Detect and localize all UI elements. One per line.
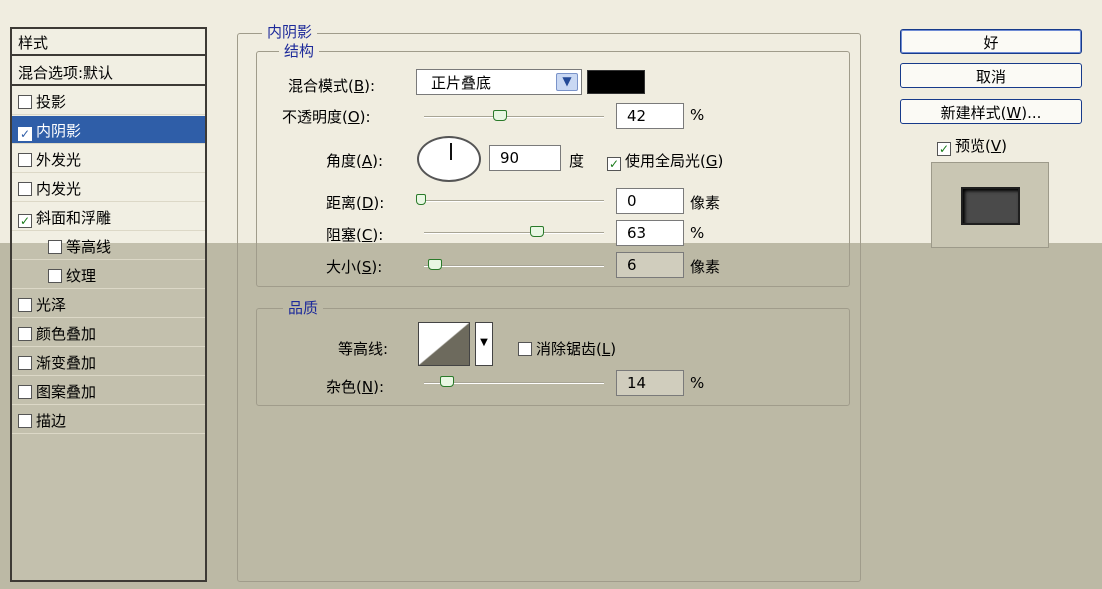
opacity-slider-thumb[interactable] [493, 110, 507, 121]
style-list-item-label: 混合选项:默认 [18, 64, 114, 82]
style-list-item[interactable]: 投影 [12, 87, 205, 115]
anti-alias-checkbox[interactable]: 消除锯齿(L) [518, 338, 616, 359]
size-slider-track[interactable] [424, 265, 604, 267]
preview-thumbnail [931, 162, 1049, 248]
blend-mode-label: 混合模式(B): [288, 77, 376, 95]
style-list-item-label: 内发光 [36, 180, 82, 198]
choke-label: 阻塞(C): [326, 226, 384, 244]
angle-unit: 度 [569, 152, 585, 170]
style-list-item-label: 等高线 [66, 238, 112, 256]
shadow-color-swatch[interactable] [587, 70, 645, 94]
style-list-item-label: 颜色叠加 [36, 325, 97, 343]
style-list-header: 样式 [12, 29, 205, 56]
checkbox-icon[interactable] [18, 414, 32, 428]
noise-unit: % [690, 374, 705, 392]
checkbox-icon[interactable] [18, 356, 32, 370]
noise-input[interactable]: 14 [616, 370, 684, 396]
style-list-item[interactable]: 图案叠加 [12, 377, 205, 405]
distance-slider-thumb[interactable] [416, 194, 426, 205]
opacity-slider-track[interactable] [424, 116, 604, 118]
cancel-button[interactable]: 取消 [900, 63, 1082, 88]
style-list-item[interactable]: 纹理 [12, 261, 205, 289]
style-list-item-label: 渐变叠加 [36, 354, 97, 372]
style-list-item[interactable]: ✓ 内阴影 [12, 116, 205, 144]
contour-picker[interactable] [418, 322, 470, 366]
style-list: 样式 混合选项:默认投影 ✓ 内阴影外发光内发光 ✓ 斜面和浮雕等高线纹理光泽颜色叠加渐… [10, 27, 207, 582]
structure-title: 结构 [279, 43, 320, 59]
opacity-input[interactable]: 42 [616, 103, 684, 129]
style-list-item[interactable]: 描边 [12, 406, 205, 434]
contour-dropdown-icon[interactable]: ▼ [475, 322, 493, 366]
distance-slider-track[interactable] [424, 200, 604, 202]
checkbox-icon[interactable] [18, 182, 32, 196]
style-list-item[interactable]: 外发光 [12, 145, 205, 173]
opacity-unit: % [690, 106, 705, 124]
preview-checkbox[interactable]: ✓ 预览(V) [937, 135, 1007, 156]
checkbox-icon[interactable]: ✓ [18, 127, 32, 141]
style-list-item-label: 图案叠加 [36, 383, 97, 401]
style-list-item-label: 内阴影 [36, 122, 82, 140]
inner-shadow-title: 内阴影 [262, 24, 318, 40]
angle-input[interactable]: 90 [489, 145, 561, 171]
style-list-item-label: 外发光 [36, 151, 82, 169]
style-list-item-label: 纹理 [66, 267, 97, 285]
checkbox-icon[interactable] [18, 327, 32, 341]
checkbox-icon[interactable] [48, 240, 62, 254]
choke-slider-track[interactable] [424, 232, 604, 234]
style-list-item[interactable]: 等高线 [12, 232, 205, 260]
choke-slider-thumb[interactable] [530, 226, 544, 237]
contour-label: 等高线: [338, 340, 389, 358]
style-list-item[interactable]: ✓ 斜面和浮雕 [12, 203, 205, 231]
choke-input[interactable]: 63 [616, 220, 684, 246]
ok-button[interactable]: 好 [900, 29, 1082, 54]
checkbox-icon[interactable] [18, 298, 32, 312]
size-unit: 像素 [690, 258, 721, 276]
choke-unit: % [690, 224, 705, 242]
chevron-down-icon[interactable]: ▼ [556, 73, 578, 91]
size-label: 大小(S): [326, 258, 383, 276]
style-list-item[interactable]: 光泽 [12, 290, 205, 318]
angle-label: 角度(A): [326, 152, 384, 170]
style-list-item-label: 斜面和浮雕 [36, 209, 112, 227]
style-list-item-label: 描边 [36, 412, 67, 430]
angle-dial-needle [450, 143, 452, 160]
style-list-item[interactable]: 混合选项:默认 [12, 58, 205, 86]
checkbox-icon[interactable]: ✓ [937, 142, 951, 156]
new-style-button[interactable]: 新建样式(W)... [900, 99, 1082, 124]
checkbox-icon[interactable]: ✓ [18, 214, 32, 228]
checkbox-icon[interactable] [18, 385, 32, 399]
style-list-item-label: 投影 [36, 93, 67, 111]
blend-mode-value: 正片叠底 [431, 74, 492, 92]
angle-dial[interactable] [417, 136, 481, 182]
noise-label: 杂色(N): [326, 378, 384, 396]
checkbox-icon[interactable]: ✓ [607, 157, 621, 171]
size-input[interactable]: 6 [616, 252, 684, 278]
opacity-label: 不透明度(O): [282, 108, 371, 126]
preview-square [961, 187, 1020, 225]
quality-title: 品质 [283, 300, 324, 316]
checkbox-icon[interactable] [48, 269, 62, 283]
distance-unit: 像素 [690, 194, 721, 212]
style-list-item[interactable]: 颜色叠加 [12, 319, 205, 347]
checkbox-icon[interactable] [518, 342, 532, 356]
checkbox-icon[interactable] [18, 153, 32, 167]
size-slider-thumb[interactable] [428, 259, 442, 270]
blend-mode-select[interactable]: 正片叠底 ▼ [416, 69, 582, 95]
noise-slider-thumb[interactable] [440, 376, 454, 387]
style-list-item[interactable]: 内发光 [12, 174, 205, 202]
global-light-checkbox[interactable]: ✓ 使用全局光(G) [607, 150, 723, 171]
checkbox-icon[interactable] [18, 95, 32, 109]
style-list-item[interactable]: 渐变叠加 [12, 348, 205, 376]
distance-label: 距离(D): [326, 194, 385, 212]
distance-input[interactable]: 0 [616, 188, 684, 214]
style-list-item-label: 光泽 [36, 296, 67, 314]
